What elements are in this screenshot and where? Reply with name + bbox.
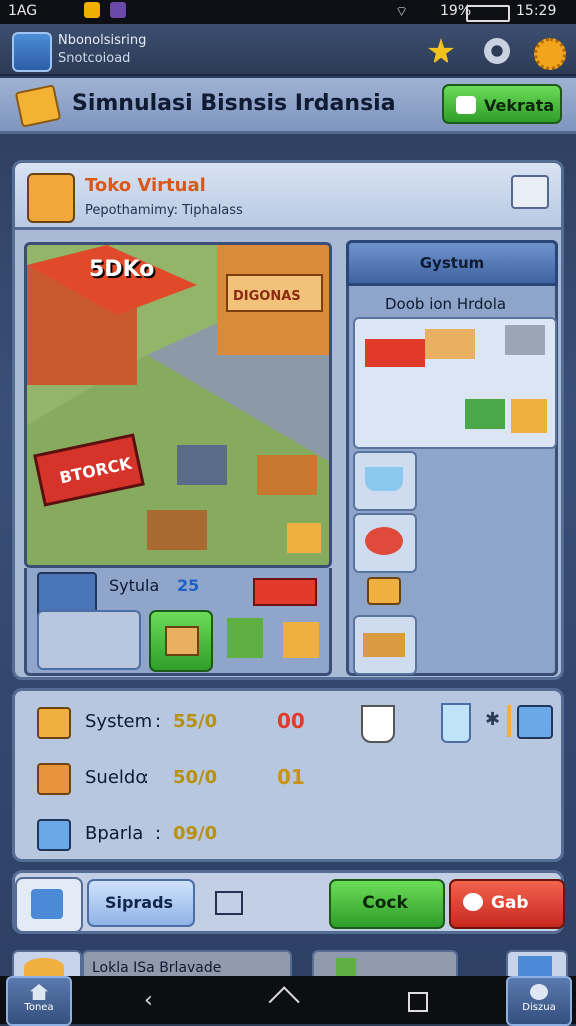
- top-bar-line2: Snotcoioad: [58, 51, 131, 66]
- scene-toolbar: Sytula 25: [24, 568, 332, 676]
- cup-icon[interactable]: [361, 705, 395, 743]
- gab-button[interactable]: Gab: [449, 879, 565, 929]
- sack-icon: [463, 893, 483, 911]
- home-icon[interactable]: [268, 986, 300, 1018]
- lightning-icon[interactable]: [428, 38, 454, 64]
- app-notification-icon: [110, 2, 126, 18]
- nav-home-button[interactable]: Tonea: [6, 976, 72, 1026]
- nav-right-label: Diszua: [522, 1002, 556, 1013]
- top-bar: Nbonolsisring Snotcoioad: [0, 24, 576, 76]
- store-icon: [27, 173, 75, 223]
- leaf-icon: [336, 958, 356, 978]
- stat-label-0: System: [85, 711, 153, 732]
- stat-count-0: 00: [277, 709, 305, 733]
- lower-tab-label: Lokla ISa Brlavade: [92, 960, 222, 976]
- sytula-value: 25: [177, 576, 200, 595]
- gab-label: Gab: [491, 893, 529, 913]
- side-header: Gystum: [346, 240, 558, 286]
- bread-icon: [37, 763, 71, 795]
- store-header: Toko Virtual Pepothamimy: Tiphalass: [12, 160, 564, 230]
- shop-icon: [518, 956, 552, 976]
- app-logo-icon: [12, 32, 52, 72]
- id-card-icon[interactable]: [517, 705, 553, 739]
- wifi-icon: ⌔: [395, 4, 409, 20]
- basket-icon: [363, 633, 405, 657]
- status-left-text: 1AG: [8, 3, 38, 19]
- milk-icon: [37, 819, 71, 851]
- house-icon: [30, 984, 48, 1000]
- side-header-title: Gystum: [419, 254, 485, 272]
- record-icon[interactable]: [484, 38, 510, 64]
- cock-button[interactable]: Cock: [329, 879, 445, 929]
- counter-slot[interactable]: [37, 610, 141, 670]
- nav-right-button[interactable]: Diszua: [506, 976, 572, 1026]
- scene-badge: 5DKo: [89, 257, 155, 282]
- stat-sep-1: :: [143, 767, 150, 788]
- box-icon: [165, 626, 199, 656]
- bowl-icon: [365, 467, 403, 491]
- bag-icon: [31, 889, 63, 919]
- store-scene[interactable]: 5DKo DIGONAS BTORCK: [24, 242, 332, 568]
- title-row: Simnulasi Bisnsis Irdansia Vekrata: [0, 78, 576, 134]
- stat-label-1: Sueldo: [85, 767, 147, 788]
- fruit-basket-icon: [365, 527, 403, 555]
- coin-icon: [24, 958, 64, 976]
- back-icon[interactable]: ‹: [144, 988, 153, 1013]
- scene-sign-top: DIGONAS: [233, 289, 301, 304]
- gear-icon[interactable]: [534, 38, 566, 70]
- siprads-button[interactable]: Siprads: [87, 879, 195, 927]
- glass-icon[interactable]: [441, 703, 471, 743]
- status-bar: 1AG ⌔ 19% 15:29: [0, 0, 576, 24]
- side-showcase[interactable]: [353, 317, 557, 449]
- stat-value-0: 55/0: [173, 711, 218, 732]
- sytula-label: Sytula: [109, 576, 160, 595]
- vekrata-label: Vekrata: [484, 96, 555, 115]
- vekrata-button[interactable]: Vekrata: [442, 84, 562, 124]
- stats-panel: System : 55/0 00 Sueldo : 50/0 01 Bparla…: [12, 688, 564, 862]
- recents-icon[interactable]: [408, 992, 428, 1012]
- item-slot-basket[interactable]: [353, 615, 417, 675]
- bag-button[interactable]: [15, 877, 83, 933]
- stat-sep-2: :: [155, 823, 162, 844]
- gem-icon: [456, 96, 476, 114]
- item-slot-bowl[interactable]: [353, 451, 417, 511]
- item-slot-fruit[interactable]: [353, 513, 417, 573]
- tool-icon[interactable]: ✱: [485, 709, 500, 730]
- pencil-icon: [14, 84, 62, 128]
- battery-icon: [466, 5, 510, 22]
- stat-value-1: 50/0: [173, 767, 218, 788]
- divider: [507, 705, 511, 737]
- action-bar: Siprads Cock Gab: [12, 870, 565, 934]
- market-stall-icon: [227, 578, 323, 666]
- store-name: Toko Virtual: [85, 175, 206, 196]
- mail-icon[interactable]: [511, 175, 549, 209]
- side-subheader: Doob ion Hrdola: [385, 295, 507, 313]
- nav-home-label: Tonea: [24, 1002, 54, 1013]
- notification-icon: [84, 2, 100, 18]
- siprads-label: Siprads: [104, 893, 174, 912]
- stat-count-1: 01: [277, 765, 305, 789]
- page-title: Simnulasi Bisnsis Irdansia: [72, 91, 396, 116]
- box-button[interactable]: [149, 610, 213, 672]
- top-bar-line1: Nbonolsisring: [58, 33, 147, 48]
- cock-label: Cock: [362, 893, 408, 913]
- stop-icon[interactable]: [215, 891, 243, 915]
- side-panel: Doob ion Hrdola: [346, 240, 558, 676]
- stat-value-2: 09/0: [173, 823, 218, 844]
- system-nav-bar: ‹: [0, 976, 576, 1024]
- stat-sep-0: :: [155, 711, 162, 732]
- badge-icon: [530, 984, 548, 1000]
- stat-label-2: Bparla: [85, 823, 144, 844]
- crate-icon: [37, 707, 71, 739]
- store-subtitle: Pepothamimy: Tiphalass: [85, 203, 243, 218]
- status-time: 15:29: [516, 3, 557, 19]
- card-icon[interactable]: [367, 577, 401, 605]
